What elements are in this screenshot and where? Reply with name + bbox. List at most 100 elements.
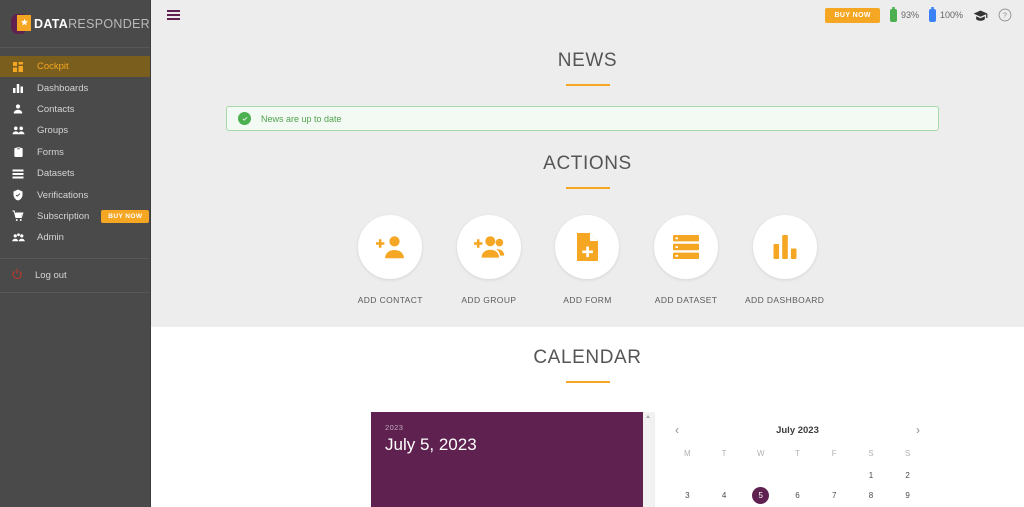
calendar-day[interactable]: 1	[853, 465, 890, 485]
subscription-buy-now-badge[interactable]: BUY NOW	[101, 209, 150, 223]
calendar-day[interactable]: 6	[779, 485, 816, 505]
action-label: ADD DATASET	[654, 295, 718, 305]
buy-now-button[interactable]: BUY NOW	[825, 7, 880, 23]
add-group-icon	[456, 215, 521, 279]
main-area: BUY NOW 93% 100% ? NEWS News are up to d…	[151, 0, 1024, 507]
admin-group-icon	[11, 231, 25, 245]
calendar-day-selected[interactable]: 5	[742, 485, 779, 505]
battery-icon	[889, 6, 897, 22]
sidebar-item-verifications[interactable]: Verifications	[0, 184, 150, 205]
calendar-day-empty	[706, 465, 743, 485]
calendar-day[interactable]: 3	[669, 485, 706, 505]
sidebar-item-label: Verifications	[37, 189, 89, 201]
calendar-month-label: July 2023	[776, 424, 819, 436]
action-add-contact[interactable]: ADD CONTACT	[341, 215, 440, 305]
calendar-dow-label: S	[904, 449, 911, 458]
graduation-cap-icon[interactable]	[973, 9, 988, 22]
action-label: ADD GROUP	[461, 295, 517, 305]
app-root: DATARESPONDER Cockpit Dashboards Contact…	[0, 0, 1024, 507]
calendar-day-empty	[779, 465, 816, 485]
brand-name-light: RESPONDER	[68, 16, 150, 31]
news-status-text: News are up to date	[261, 113, 342, 124]
news-actions-section: NEWS News are up to date ACTIONS ADD CON…	[151, 30, 1024, 327]
calendar-day-empty	[742, 465, 779, 485]
calendar-day-empty	[816, 465, 853, 485]
calendar-section: CALENDAR 2023 July 5, 2023 ‹ July 2023 ›…	[151, 327, 1024, 507]
sidebar-item-groups[interactable]: Groups	[0, 120, 150, 141]
calendar-day[interactable]: 8	[853, 485, 890, 505]
sidebar-item-admin[interactable]: Admin	[0, 227, 150, 248]
topbar-right-cluster: BUY NOW 93% 100% ?	[825, 6, 1012, 23]
sidebar-item-label: Groups	[37, 125, 69, 137]
calendar-day[interactable]: 9	[889, 485, 926, 505]
sidebar-item-logout[interactable]: Log out	[0, 259, 150, 293]
calendar-day[interactable]: 7	[816, 485, 853, 505]
battery-icon	[928, 6, 936, 22]
help-circle-icon[interactable]: ?	[998, 8, 1012, 22]
sidebar-item-label: Datasets	[37, 168, 75, 180]
sidebar-item-datasets[interactable]: Datasets	[0, 163, 150, 184]
bar-chart-icon	[752, 215, 817, 279]
action-add-group[interactable]: ADD GROUP	[440, 215, 539, 305]
calendar-widget: 2023 July 5, 2023 ‹ July 2023 › M T W T F S S 1…	[151, 383, 1024, 507]
action-add-dataset[interactable]: ADD DATASET	[637, 215, 736, 305]
action-add-form[interactable]: ADD FORM	[538, 215, 637, 305]
calendar-dow-label: T	[795, 449, 800, 458]
calendar-dow-label: W	[757, 449, 765, 458]
grid-icon	[11, 60, 25, 74]
sidebar-item-label: Forms	[37, 146, 64, 158]
calendar-selected-date-panel: 2023 July 5, 2023	[371, 412, 643, 507]
sidebar-item-contacts[interactable]: Contacts	[0, 99, 150, 120]
calendar-selected-date: July 5, 2023	[385, 435, 477, 454]
group-icon	[11, 124, 25, 138]
quota-meter: 100%	[928, 6, 963, 22]
sidebar-item-label: Subscription	[37, 210, 90, 222]
svg-text:?: ?	[1003, 13, 1007, 20]
brand-name-bold: DATA	[34, 16, 69, 31]
calendar-grid: MTWTFSS123456789101112131415161718192021…	[669, 446, 926, 507]
logout-label: Log out	[35, 269, 67, 281]
news-banner-wrap: News are up to date	[151, 86, 1024, 131]
brand-logo[interactable]: DATARESPONDER	[0, 0, 150, 48]
sidebar-item-label: Cockpit	[37, 61, 69, 73]
calendar-dow-label: S	[868, 449, 874, 458]
sidebar-item-label: Admin	[37, 232, 64, 244]
scroll-up-arrow-icon[interactable]	[646, 415, 650, 418]
news-title: NEWS	[557, 50, 618, 71]
clipboard-icon	[11, 145, 25, 159]
sidebar-item-dashboards[interactable]: Dashboards	[0, 77, 150, 98]
topbar: BUY NOW 93% 100% ?	[151, 0, 1024, 30]
calendar-header: ‹ July 2023 ›	[669, 420, 926, 440]
sidebar-item-label: Dashboards	[37, 82, 89, 94]
sidebar-item-forms[interactable]: Forms	[0, 142, 150, 163]
calendar-title: CALENDAR	[533, 347, 642, 368]
content-scroll-area: NEWS News are up to date ACTIONS ADD CON…	[151, 30, 1024, 507]
action-label: ADD DASHBOARD	[744, 295, 825, 305]
action-add-dashboard[interactable]: ADD DASHBOARD	[735, 215, 834, 305]
calendar-dow-label: F	[831, 449, 837, 458]
sidebar-item-subscription[interactable]: Subscription BUY NOW	[0, 206, 150, 227]
hamburger-icon[interactable]	[167, 10, 180, 20]
sidebar-item-cockpit[interactable]: Cockpit	[0, 56, 150, 78]
calendar-day[interactable]: 4	[706, 485, 743, 505]
calendar-selected-year: 2023	[385, 423, 404, 432]
check-circle-icon	[238, 112, 251, 125]
chevron-left-icon[interactable]: ‹	[669, 424, 685, 436]
sidebar-item-label: Contacts	[37, 103, 75, 115]
actions-title: ACTIONS	[543, 153, 632, 174]
calendar-dow-label: M	[684, 449, 691, 458]
bar-chart-icon	[11, 81, 25, 95]
storage-meter: 93%	[889, 6, 919, 22]
power-icon	[11, 268, 23, 283]
calendar-day[interactable]: 2	[889, 465, 926, 485]
add-file-icon	[555, 215, 620, 279]
sidebar: DATARESPONDER Cockpit Dashboards Contact…	[0, 0, 151, 507]
action-label: ADD CONTACT	[357, 295, 423, 305]
calendar-day-empty	[669, 465, 706, 485]
calendar-dow-label: T	[721, 449, 727, 458]
quota-meter-value: 100%	[939, 10, 963, 20]
action-label: ADD FORM	[563, 295, 612, 305]
add-person-icon	[358, 215, 423, 279]
calendar-scrollbar[interactable]	[643, 412, 654, 507]
chevron-right-icon[interactable]: ›	[910, 424, 926, 436]
